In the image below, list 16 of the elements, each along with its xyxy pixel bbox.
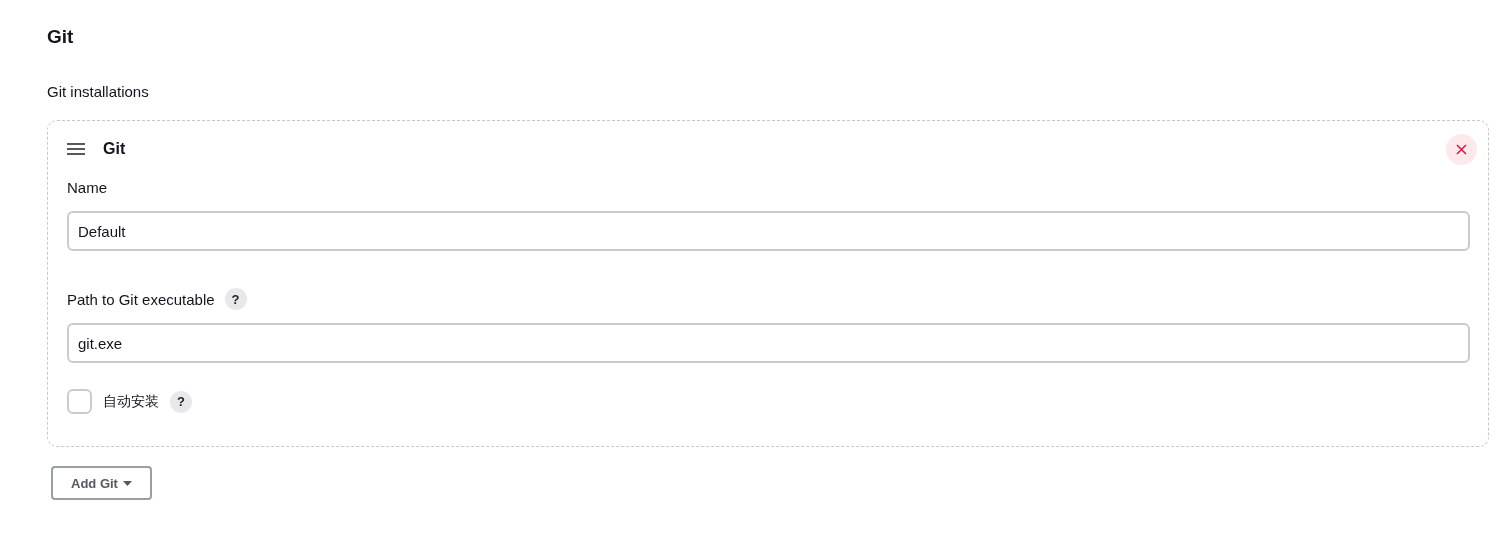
list-label: Git installations bbox=[47, 82, 150, 102]
help-button[interactable]: ? bbox=[224, 288, 247, 310]
caret-icon bbox=[122, 480, 132, 486]
help-button[interactable]: ? bbox=[170, 390, 192, 413]
add-git-button[interactable]: Add Git bbox=[51, 466, 152, 500]
close-button[interactable] bbox=[1446, 133, 1477, 165]
text-field[interactable]: git.exe bbox=[67, 323, 1470, 363]
checkbox[interactable] bbox=[67, 389, 92, 414]
field-label: Name bbox=[67, 178, 107, 196]
section-title: Git bbox=[47, 25, 75, 49]
checkbox-label: 自动安装 bbox=[103, 392, 159, 411]
close-icon bbox=[1456, 143, 1467, 155]
field-label: Path to Git executable bbox=[67, 290, 215, 308]
drag-handle-icon[interactable] bbox=[67, 143, 85, 155]
installation-title: Git bbox=[103, 140, 127, 158]
text-field[interactable]: Default bbox=[67, 211, 1470, 251]
